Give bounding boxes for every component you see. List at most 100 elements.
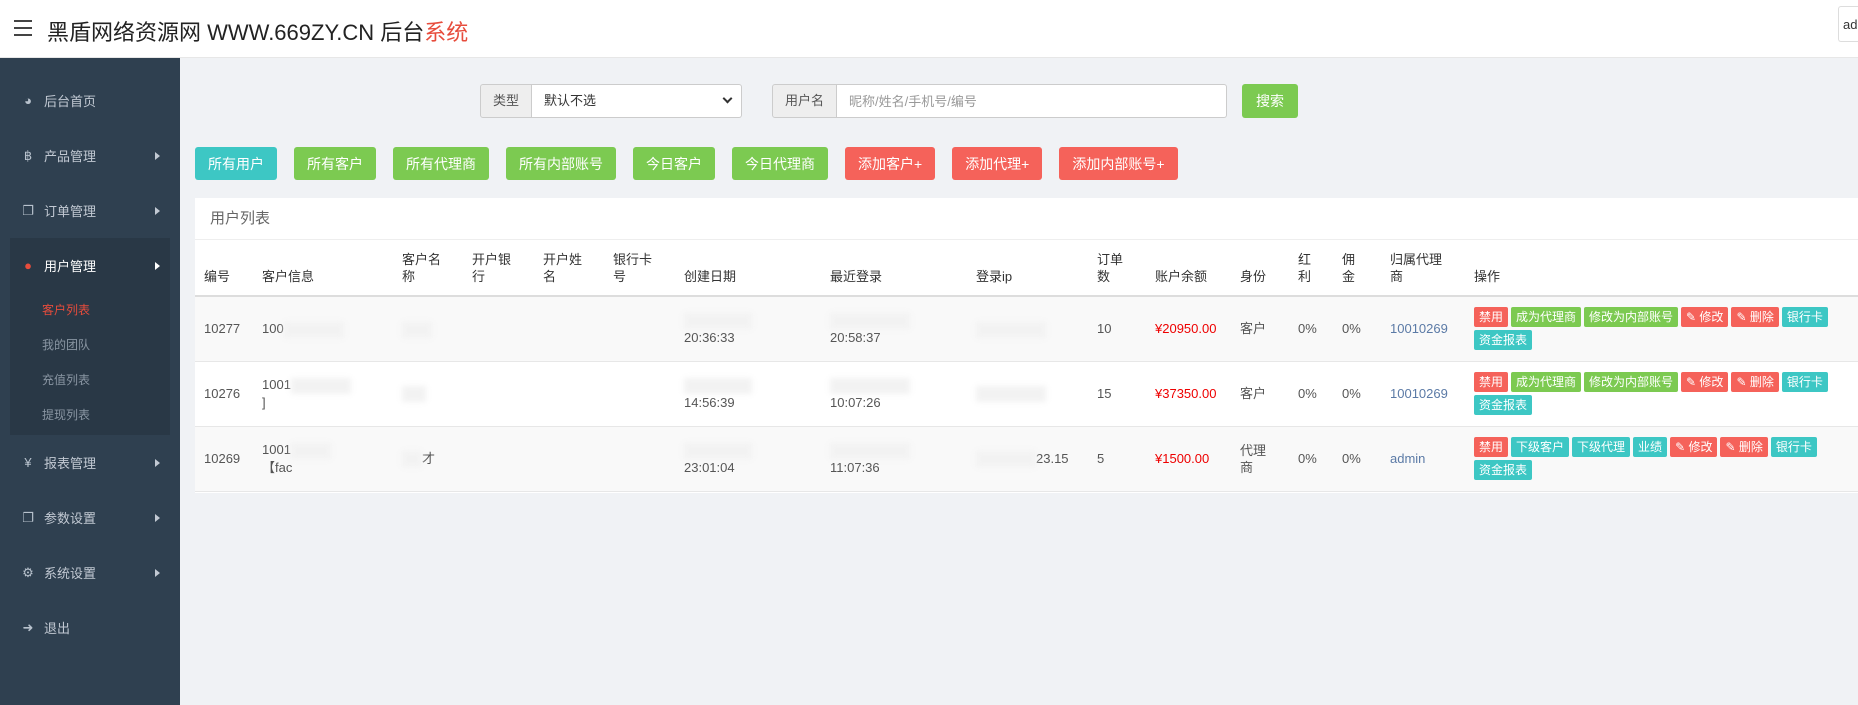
- sidebar-item-label: 报表管理: [44, 456, 97, 471]
- sub-agent-button[interactable]: 下级代理: [1572, 436, 1631, 457]
- sub-customer-button[interactable]: 下级客户: [1511, 436, 1570, 457]
- trash-button[interactable]: ✎ 删除: [1731, 371, 1779, 392]
- filter-button[interactable]: 所有内部账号: [506, 147, 616, 180]
- sidebar-subitem[interactable]: 客户列表: [10, 293, 170, 328]
- sidebar: ◕ 后台首页฿产品管理 ❐ 订单管理 ● 用户管理 客户列表 我的团队 充值列表 提现列表 …: [0, 58, 180, 705]
- sidebar-subitem[interactable]: 我的团队: [10, 328, 170, 363]
- ban-button[interactable]: 禁用: [1474, 371, 1509, 392]
- filter-button[interactable]: 今日客户: [633, 147, 715, 180]
- cell-role: 客户: [1240, 386, 1267, 401]
- trash-button[interactable]: ✎ 删除: [1731, 306, 1779, 327]
- filter-button[interactable]: 所有用户: [195, 147, 277, 180]
- pencil-button[interactable]: ✎ 修改: [1670, 436, 1718, 457]
- report-button[interactable]: 资金报表: [1474, 329, 1533, 350]
- col-header: 创建日期: [675, 240, 821, 297]
- col-header: 客户信息: [253, 240, 393, 297]
- username-label: 用户名: [772, 84, 838, 118]
- pencil-button[interactable]: ✎ 修改: [1681, 306, 1729, 327]
- cell-id: 10277: [204, 321, 241, 337]
- agent-button[interactable]: 成为代理商: [1511, 306, 1582, 327]
- col-header: 操作: [1465, 240, 1858, 297]
- cell-agent[interactable]: 10010269: [1381, 296, 1465, 361]
- pencil-button[interactable]: ✎ 修改: [1681, 371, 1729, 392]
- type-select[interactable]: 默认不选: [532, 84, 743, 118]
- cell-actions: 禁用 下级客户 下级代理 业绩 ✎ 修改 ✎ 删除 银行卡资金报表: [1465, 426, 1858, 491]
- sidebar-item-user-management[interactable]: ● 用户管理: [10, 238, 170, 293]
- cell-actions: 禁用 成为代理商 修改为内部账号 ✎ 修改 ✎ 删除 银行卡资金报表: [1465, 361, 1858, 426]
- search-bar: 类型 默认不选 用户名 搜索: [480, 84, 1299, 118]
- card-button[interactable]: 银行卡: [1770, 436, 1817, 457]
- card-button[interactable]: 银行卡: [1781, 306, 1828, 327]
- type-select-value: 默认不选: [544, 93, 597, 108]
- internal-button[interactable]: 修改为内部账号: [1584, 371, 1679, 392]
- cell-last-login: 10:07:26: [821, 361, 967, 426]
- cell-bonus: 0%: [1298, 321, 1317, 337]
- sidebar-subitem[interactable]: 提现列表: [10, 398, 170, 433]
- sidebar-item-label: 订单管理: [44, 204, 97, 219]
- trash-button[interactable]: ✎ 删除: [1720, 436, 1768, 457]
- chevron-right-icon: [155, 206, 160, 215]
- cell-holder: [534, 296, 604, 361]
- filter-button[interactable]: 添加客户+: [845, 147, 936, 180]
- menu-toggle-icon[interactable]: [14, 20, 32, 36]
- cell-balance: ¥37350.00: [1155, 386, 1217, 401]
- report-button[interactable]: 资金报表: [1474, 394, 1533, 415]
- chevron-down-icon: [722, 93, 733, 104]
- username-search-input[interactable]: [837, 84, 1228, 118]
- cell-orders: 15: [1097, 386, 1112, 401]
- cell-agent[interactable]: 10010269: [1381, 361, 1465, 426]
- sidebar-item-label: 后台首页: [44, 94, 97, 109]
- sidebar-item-label: 系统设置: [44, 566, 97, 581]
- cell-commission: 0%: [1342, 451, 1361, 466]
- yen-icon: ¥: [24, 455, 32, 470]
- agent-button[interactable]: 成为代理商: [1511, 371, 1582, 392]
- cell-id: 10276: [204, 386, 241, 401]
- filter-button[interactable]: 添加内部账号+: [1059, 147, 1178, 180]
- sidebar-item-label: 产品管理: [44, 149, 97, 164]
- sidebar-item-label: 用户管理: [44, 259, 97, 274]
- brand-text-accent: 系统: [424, 20, 469, 45]
- chevron-right-icon: [155, 261, 160, 270]
- chevron-right-icon: [155, 151, 160, 160]
- cell-customer-info: 100: [253, 296, 393, 361]
- sidebar-item-copy[interactable]: ❐ 订单管理: [0, 183, 180, 238]
- cell-customer-name: [393, 296, 463, 361]
- col-header: 编号: [195, 240, 253, 297]
- card-button[interactable]: 银行卡: [1781, 371, 1828, 392]
- ban-button[interactable]: 禁用: [1474, 436, 1509, 457]
- sidebar-item-bitcoin[interactable]: ฿ 产品管理: [0, 128, 180, 183]
- cell-customer-name: 才: [393, 426, 463, 491]
- brand-text: 黑盾网络资源网 WWW.669ZY.CN 后台: [47, 20, 425, 45]
- report-button[interactable]: 资金报表: [1474, 459, 1533, 480]
- cell-commission: 0%: [1342, 386, 1361, 401]
- col-header: 佣金: [1333, 240, 1381, 297]
- cell-agent[interactable]: admin: [1381, 426, 1465, 491]
- cell-bank: [463, 426, 534, 491]
- sidebar-item-yen[interactable]: ¥ 报表管理: [0, 435, 180, 490]
- cell-customer-info: 1001 【fac: [253, 426, 393, 491]
- internal-button[interactable]: 修改为内部账号: [1584, 306, 1679, 327]
- search-button[interactable]: 搜索: [1242, 84, 1299, 118]
- filter-button[interactable]: 添加代理+: [952, 147, 1043, 180]
- cell-ip: [967, 361, 1088, 426]
- filter-button[interactable]: 所有代理商: [393, 147, 489, 180]
- site-brand: 黑盾网络资源网 WWW.669ZY.CN 后台系统: [47, 15, 468, 47]
- cell-card: [604, 361, 675, 426]
- performance-button[interactable]: 业绩: [1633, 436, 1668, 457]
- col-header: 银行卡号: [604, 240, 675, 297]
- cell-actions: 禁用 成为代理商 修改为内部账号 ✎ 修改 ✎ 删除 银行卡资金报表: [1465, 296, 1858, 361]
- sidebar-item-copy[interactable]: ❐ 参数设置: [0, 490, 180, 545]
- cell-balance: ¥20950.00: [1155, 321, 1217, 337]
- filter-button[interactable]: 今日代理商: [732, 147, 828, 180]
- sidebar-item-dashboard[interactable]: ◕ 后台首页: [0, 73, 180, 128]
- sidebar-item-sign-out[interactable]: ➜ 退出: [0, 600, 180, 655]
- ban-button[interactable]: 禁用: [1474, 306, 1509, 327]
- user-menu[interactable]: ad: [1838, 6, 1858, 42]
- sidebar-subitem[interactable]: 充值列表: [10, 363, 170, 398]
- filter-button[interactable]: 所有客户: [294, 147, 376, 180]
- user-list-panel: 用户列表 编号 客户信息 客户名称 开户银行 开户姓名 银行卡号 创建日期 最近…: [195, 198, 1858, 493]
- chevron-right-icon: [155, 458, 160, 467]
- copy-icon: ❐: [22, 509, 34, 525]
- cell-last-login: 20:58:37: [821, 296, 967, 361]
- sidebar-item-cogs[interactable]: ⚙ 系统设置: [0, 545, 180, 600]
